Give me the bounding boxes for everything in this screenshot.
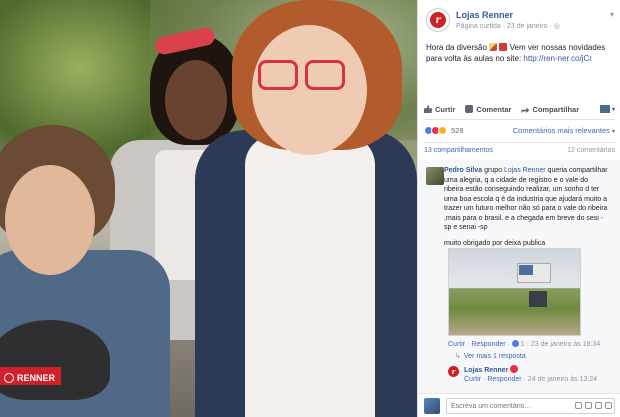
reply-avatar[interactable]: r [448,366,459,377]
shares-count[interactable]: 13 compartilhamentos [424,147,493,154]
composer-tools [575,402,612,409]
thumbs-up-icon [424,105,432,113]
globe-icon: ◎ [553,23,560,30]
brand-badge: RENNER [0,367,62,385]
comments-section: Pedro Silva grupo Lojas Renner queria co… [418,160,620,393]
camera-icon[interactable] [585,402,592,409]
people-group [529,291,547,307]
reply-meta: Curtir · Responder · 24 de janeiro às 13… [464,376,598,383]
haha-reaction-icon [438,125,447,135]
more-replies-link[interactable]: ↳ Ver mais 1 resposta [455,352,526,360]
like-reaction-icon [511,340,519,347]
comment-button[interactable]: Comentar [465,105,511,114]
child-face [252,25,367,155]
reaction-icons[interactable] [424,125,447,135]
comment-like-link[interactable]: Curtir [448,341,465,348]
share-icon [521,107,530,113]
chevron-down-icon[interactable]: ▾ [610,10,614,19]
billboard-graphic [519,265,533,275]
profile-thumbnail [599,105,610,113]
avatar[interactable] [426,167,444,185]
comment-composer [418,393,620,417]
sticker-icon[interactable] [605,402,612,409]
reactions-bar: 528 Comentários mais relevantes ▾ [424,124,615,136]
comments-count[interactable]: 12 comentários [567,147,615,154]
comment-sort-dropdown[interactable]: Comentários mais relevantes ▾ [513,126,615,135]
post-header: r Lojas Renner Página curtida · 23 de ja… [426,8,616,34]
reply-arrow-icon: ↳ [455,353,461,360]
post-sidebar: r Lojas Renner Página curtida · 23 de ja… [417,0,620,417]
post-link[interactable]: http://ren-ner.co/jCr [523,54,591,63]
post-text: Hora da diversão Vem ver nossas novidade… [426,43,606,63]
comment-reply-link[interactable]: Responder [471,341,505,348]
post-photo[interactable]: RENNER [0,0,417,417]
audience-selector[interactable]: ▾ [599,105,615,113]
divider [424,119,615,120]
comment-icon [465,105,474,113]
divider [424,142,615,143]
chevron-down-icon: ▾ [611,106,615,113]
renner-logo-icon: r [430,12,446,28]
chevron-down-icon: ▾ [611,128,615,135]
renner-logo-icon [4,372,14,383]
comment-photo-attachment[interactable] [448,248,581,336]
comment-date[interactable]: 23 de janeiro às 18:34 [531,341,600,348]
comment-meta: Curtir · Responder · 1 · 23 de janeiro à… [448,340,601,348]
post-meta: Página curtida · 23 de janeiro · ◎ [456,23,560,30]
gif-icon[interactable] [595,402,602,409]
reply-date[interactable]: 24 de janeiro às 13:24 [528,376,597,383]
like-button[interactable]: Curtir [424,105,455,114]
child-shirt [245,135,375,417]
page-avatar[interactable]: r [426,8,450,32]
child-face [165,60,227,140]
page-name-link[interactable]: Lojas Renner [456,10,513,20]
post-actions: Curtir Comentar Compartilhar ▾ [418,100,620,118]
book-emoji-icon [499,43,508,51]
emoji-icon[interactable] [575,402,582,409]
pencil-emoji-icon [489,43,498,51]
reaction-count[interactable]: 528 [451,126,464,135]
post-date[interactable]: 23 de janeiro [507,23,547,30]
share-button[interactable]: Compartilhar [521,105,579,114]
heart-icon [510,365,519,373]
mention-link[interactable]: Lojas Renner [504,167,546,174]
comment-text: Pedro Silva grupo Lojas Renner queria co… [444,167,608,247]
red-glasses [258,60,348,90]
avatar [424,398,440,414]
comment-author[interactable]: Pedro Silva [444,167,482,174]
child-face [5,165,95,275]
reply-reply-link[interactable]: Responder [487,376,521,383]
cap [0,320,110,400]
post-stats: 13 compartilhamentos 12 comentários [424,147,615,154]
reply-author[interactable]: Lojas Renner [464,365,519,374]
reply-like-link[interactable]: Curtir [464,376,481,383]
